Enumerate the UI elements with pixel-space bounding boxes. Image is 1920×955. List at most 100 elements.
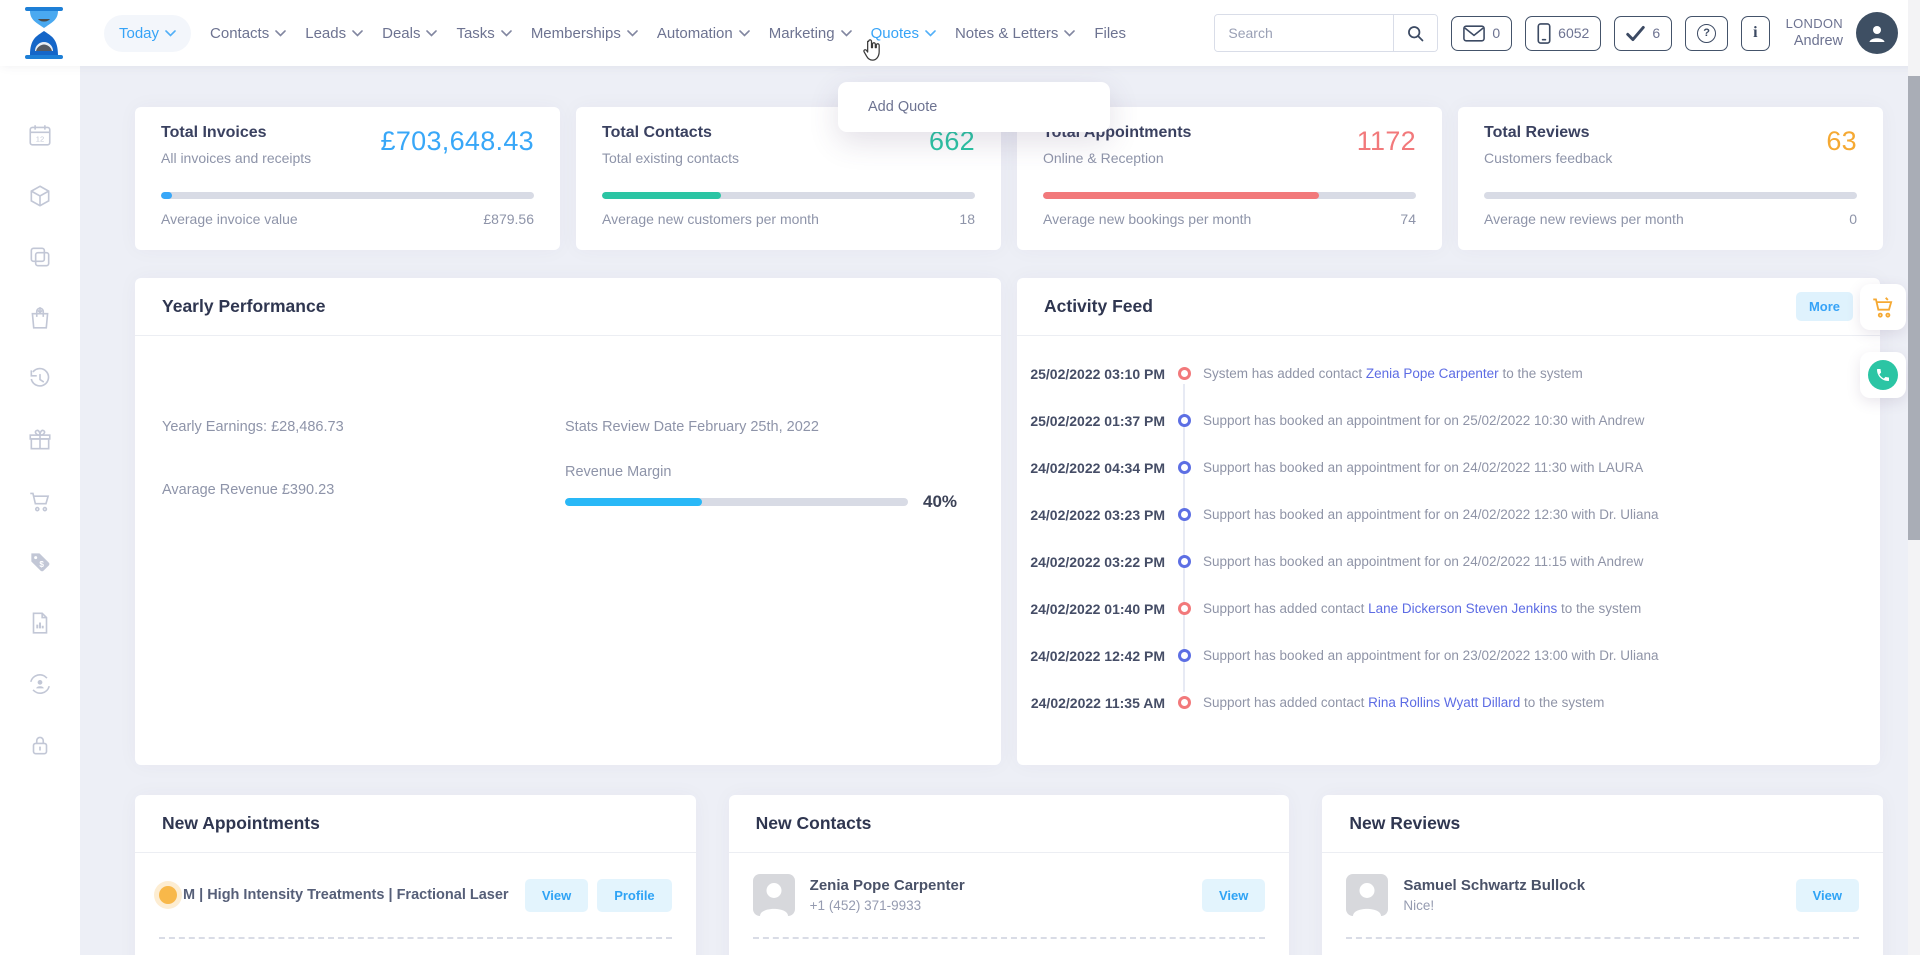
page-scrollbar	[1908, 0, 1920, 955]
topbar: Today Contacts Leads Deals Tasks Members…	[0, 0, 1920, 66]
activity-feed-list: 25/02/2022 03:10 PM System has added con…	[1017, 336, 1880, 726]
chevron-down-icon	[275, 30, 286, 37]
feed-time: 24/02/2022 11:35 AM	[1017, 695, 1165, 711]
phone-call-icon	[1868, 360, 1898, 390]
price-tag-icon[interactable]: $	[27, 549, 53, 575]
contact-link[interactable]: Lane Dickerson Steven Jenkins	[1368, 601, 1557, 616]
nav-item-contacts[interactable]: Contacts	[210, 25, 286, 42]
nav-item-leads[interactable]: Leads	[305, 25, 363, 42]
nav-item-tasks[interactable]: Tasks	[456, 25, 511, 42]
contact-link[interactable]: Zenia Pope Carpenter	[1366, 366, 1499, 381]
cube-icon[interactable]	[27, 183, 53, 209]
chevron-down-icon	[501, 30, 512, 37]
info-icon: i	[1753, 24, 1757, 42]
chevron-down-icon	[841, 30, 852, 37]
svg-text:$: $	[39, 560, 44, 569]
more-button[interactable]: More	[1796, 292, 1853, 321]
user-avatar[interactable]	[1856, 12, 1898, 54]
cart-icon[interactable]	[27, 488, 53, 514]
account-sync-icon[interactable]	[27, 671, 53, 697]
panel-title: New Contacts	[756, 813, 872, 834]
app-logo[interactable]	[22, 7, 66, 59]
scrollbar-thumb[interactable]	[1908, 76, 1920, 540]
feed-text: Support has booked an appointment for on…	[1203, 648, 1659, 663]
view-button[interactable]: View	[1796, 879, 1859, 912]
stat-footer-label: Average new reviews per month	[1484, 211, 1684, 227]
lock-icon[interactable]	[27, 732, 53, 758]
calls-button[interactable]: 6052	[1525, 16, 1601, 51]
stat-subtitle: Online & Reception	[1043, 150, 1191, 166]
calendar-icon[interactable]: 12	[27, 122, 53, 148]
stat-card-invoices: Total Invoices All invoices and receipts…	[135, 107, 560, 250]
nav-label-memberships: Memberships	[531, 25, 621, 42]
nav-item-today[interactable]: Today	[104, 15, 191, 52]
activity-feed-panel: Activity Feed More 25/02/2022 03:10 PM S…	[1017, 278, 1880, 765]
stat-footer-value: £879.56	[483, 211, 534, 227]
contact-name: Zenia Pope Carpenter	[810, 877, 1193, 894]
messages-count: 0	[1492, 25, 1500, 41]
shopping-bag-icon[interactable]	[27, 305, 53, 331]
messages-button[interactable]: 0	[1451, 16, 1512, 51]
nav-label-files: Files	[1094, 25, 1126, 42]
chevron-down-icon	[739, 30, 750, 37]
view-button[interactable]: View	[525, 879, 588, 912]
gift-icon[interactable]	[27, 427, 53, 453]
nav-item-marketing[interactable]: Marketing	[769, 25, 852, 42]
stat-progress-track	[602, 192, 975, 199]
help-button[interactable]: ?	[1685, 16, 1728, 51]
info-button[interactable]: i	[1741, 16, 1769, 51]
review-row: Alex Stefan View	[1322, 939, 1883, 955]
revenue-margin-fill	[565, 498, 702, 506]
feed-item: 24/02/2022 04:34 PM Support has booked a…	[1017, 444, 1880, 491]
nav-item-notes-letters[interactable]: Notes & Letters	[955, 25, 1075, 42]
nav-item-automation[interactable]: Automation	[657, 25, 750, 42]
tasks-button[interactable]: 6	[1614, 16, 1672, 51]
review-comment: Nice!	[1403, 898, 1786, 913]
contact-link[interactable]: Rina Rollins Wyatt Dillard	[1368, 695, 1520, 710]
stat-subtitle: Customers feedback	[1484, 150, 1612, 166]
stats-review-date: Stats Review Date February 25th, 2022	[565, 419, 819, 435]
stat-progress-fill	[161, 192, 172, 199]
cart-icon	[1870, 294, 1896, 320]
user-name: Andrew	[1786, 32, 1843, 50]
copy-icon[interactable]	[27, 244, 53, 270]
review-row: Samuel Schwartz Bullock Nice! View	[1322, 853, 1883, 937]
tasks-count: 6	[1652, 25, 1660, 41]
search-input[interactable]	[1215, 15, 1393, 51]
contact-row: Lane Dickerson Steven Jenkins View	[729, 939, 1290, 955]
yearly-earnings: Yearly Earnings: £28,486.73	[162, 419, 344, 435]
stat-footer-value: 74	[1400, 211, 1416, 227]
timeline-dot-icon	[1178, 414, 1191, 427]
search-button[interactable]	[1393, 15, 1437, 51]
nav-label-marketing: Marketing	[769, 25, 835, 42]
menu-item-add-quote[interactable]: Add Quote	[838, 82, 1110, 132]
chevron-down-icon	[1064, 30, 1075, 37]
phone-widget-button[interactable]	[1860, 352, 1906, 398]
feed-text: Support has booked an appointment for on…	[1203, 413, 1644, 428]
quotes-dropdown-menu: Add Quote	[838, 82, 1110, 132]
profile-button[interactable]: Profile	[597, 879, 671, 912]
nav-item-memberships[interactable]: Memberships	[531, 25, 638, 42]
feed-text: Support has booked an appointment for on…	[1203, 554, 1643, 569]
history-icon[interactable]	[27, 366, 53, 392]
nav-label-today: Today	[119, 25, 159, 42]
yearly-performance-panel: Yearly Performance Yearly Earnings: £28,…	[135, 278, 1001, 765]
bottom-row: New Appointments M | High Intensity Trea…	[135, 795, 1883, 955]
stat-title: Total Invoices	[161, 124, 311, 142]
cart-widget-button[interactable]	[1860, 284, 1906, 330]
feed-time: 25/02/2022 01:37 PM	[1017, 413, 1165, 429]
stat-title: Total Contacts	[602, 124, 739, 142]
nav-item-files[interactable]: Files	[1094, 25, 1126, 42]
chevron-down-icon	[165, 30, 176, 37]
report-icon[interactable]	[27, 610, 53, 636]
nav-label-notes-letters: Notes & Letters	[955, 25, 1058, 42]
feed-item: 24/02/2022 11:35 AM Support has added co…	[1017, 679, 1880, 726]
nav-item-deals[interactable]: Deals	[382, 25, 437, 42]
stat-subtitle: Total existing contacts	[602, 150, 739, 166]
stat-footer-value: 0	[1849, 211, 1857, 227]
feed-time: 24/02/2022 12:42 PM	[1017, 648, 1165, 664]
dashboard-screen: Today Contacts Leads Deals Tasks Members…	[0, 0, 1920, 955]
stat-progress-track	[161, 192, 534, 199]
stat-value: 63	[1826, 126, 1857, 166]
view-button[interactable]: View	[1202, 879, 1265, 912]
